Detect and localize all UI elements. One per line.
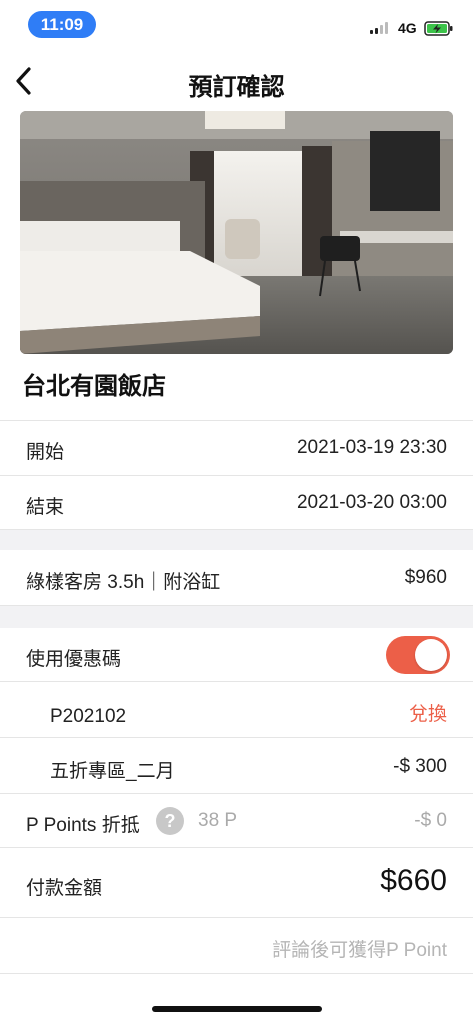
signal-icon <box>370 22 388 34</box>
points-label: P Points 折抵 <box>26 815 140 836</box>
end-time-row: 結束 2021-03-20 03:00 <box>0 476 473 530</box>
coupon-code-row: P202102 兌換 <box>0 682 473 738</box>
discount-value: -$ 300 <box>393 756 447 777</box>
hotel-name: 台北有園飯店 <box>22 373 166 400</box>
payment-label: 付款金額 <box>26 878 103 899</box>
status-bar: 11:09 4G <box>0 0 473 48</box>
coupon-toggle-row: 使用優惠碼 <box>0 628 473 682</box>
coupon-code: P202102 <box>50 706 127 727</box>
points-row: P Points 折抵 ? 38 P -$ 0 <box>0 794 473 848</box>
hotel-room-photo <box>20 111 453 354</box>
coupon-toggle-label: 使用優惠碼 <box>26 649 122 670</box>
end-label: 結束 <box>26 497 65 518</box>
help-icon[interactable]: ? <box>156 807 184 835</box>
payment-row: 付款金額 $660 <box>0 848 473 918</box>
start-value: 2021-03-19 23:30 <box>296 437 447 458</box>
points-note: 評論後可獲得P Point <box>272 940 447 961</box>
discount-row: 五折專區_二月 -$ 300 <box>0 738 473 794</box>
section-divider <box>0 606 473 628</box>
status-time: 11:09 <box>28 11 96 38</box>
room-price: $960 <box>404 567 447 588</box>
page-title: 預訂確認 <box>188 74 285 101</box>
nav-bar: 預訂確認 <box>0 55 473 111</box>
room-name: 綠樣客房 3.5h｜附浴缸 <box>26 572 221 593</box>
points-deduction: -$ 0 <box>414 810 447 831</box>
section-divider <box>0 530 473 550</box>
start-label: 開始 <box>26 442 65 463</box>
coupon-toggle-switch[interactable] <box>386 636 450 674</box>
room-row: 綠樣客房 3.5h｜附浴缸 $960 <box>0 550 473 606</box>
end-value: 2021-03-20 03:00 <box>296 492 447 513</box>
network-label: 4G <box>398 20 417 36</box>
home-indicator <box>152 1006 322 1012</box>
redeem-button[interactable]: 兌換 <box>409 699 447 726</box>
points-balance: 38 P <box>198 810 238 831</box>
points-note-row: 評論後可獲得P Point <box>0 918 473 974</box>
toggle-knob <box>415 639 447 671</box>
payment-amount: $660 <box>380 864 447 897</box>
start-time-row: 開始 2021-03-19 23:30 <box>0 420 473 476</box>
discount-name: 五折專區_二月 <box>50 761 175 782</box>
battery-icon <box>424 21 453 36</box>
